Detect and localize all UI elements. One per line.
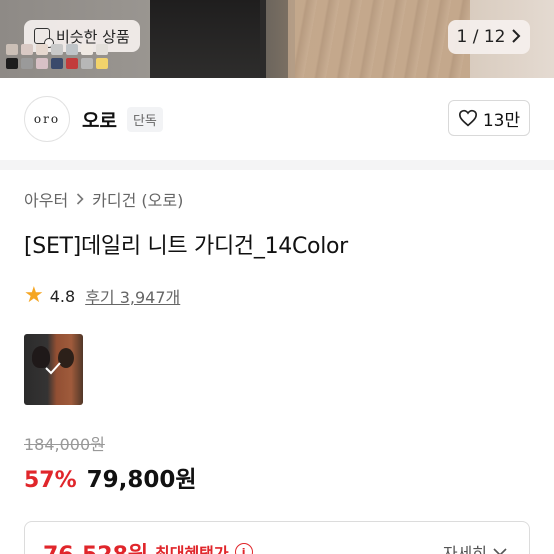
original-price: 184,000원 [24,435,105,454]
color-swatches [6,44,108,69]
color-swatch [21,44,33,55]
price-row: 57% 79,800원 [24,460,197,494]
chevron-right-icon [511,28,521,47]
product-image-carousel[interactable]: 비슷한 상품 1 / 12 [0,0,554,78]
sale-price: 79,800원 [86,467,197,493]
chevron-down-icon [493,548,507,554]
color-swatch [6,58,18,69]
max-benefit-price: 76,528원 [43,537,148,554]
color-swatch [81,58,93,69]
section-divider [0,160,554,170]
brand-logo[interactable]: oro [24,96,70,142]
like-button[interactable]: 13만 [448,100,530,136]
color-swatch [66,44,78,55]
color-swatch [6,44,18,55]
color-swatch [66,58,78,69]
brand-row: oro 오로 단독 13만 [24,96,530,142]
star-icon: ★ [24,283,44,308]
breadcrumb: 아우터 카디건 (오로) [24,187,183,211]
color-swatch [21,58,33,69]
similar-search-icon [34,28,54,48]
check-icon [45,362,61,375]
detail-label: 자세히 [442,544,487,554]
discount-rate: 57% [24,468,77,493]
image-counter-text: 1 / 12 [456,27,506,47]
color-swatch [51,58,63,69]
reviews-link[interactable]: 후기 3,947개 [85,284,180,308]
exclusive-badge: 단독 [126,106,163,132]
color-swatch [51,44,63,55]
heart-icon [458,109,477,127]
like-count: 13만 [482,110,521,131]
image-counter[interactable]: 1 / 12 [448,20,530,54]
breadcrumb-item-cardigan[interactable]: 카디건 (오로) [92,187,183,211]
color-swatch [96,58,108,69]
rating-row: ★ 4.8 후기 3,947개 [24,284,180,308]
max-benefit-label: 최대혜택가 i [155,540,253,554]
product-title: [SET]데일리 니트 가디건_14Color [24,234,348,259]
color-swatch [36,44,48,55]
max-benefit-label-text: 최대혜택가 [155,544,229,554]
info-icon[interactable]: i [234,543,253,554]
chevron-right-icon [76,190,84,209]
color-swatch [81,44,93,55]
brand-name[interactable]: 오로 [82,106,117,133]
detail-toggle[interactable]: 자세히 [443,540,507,554]
color-swatch [96,44,108,55]
hero-image-dark-area [150,0,260,78]
max-benefit-box[interactable]: 76,528원 최대혜택가 i 자세히 [24,521,530,554]
color-swatch [36,58,48,69]
breadcrumb-item-outer[interactable]: 아우터 [24,187,68,211]
rating-score: 4.8 [49,286,76,306]
color-option-thumbnail[interactable] [24,334,83,405]
